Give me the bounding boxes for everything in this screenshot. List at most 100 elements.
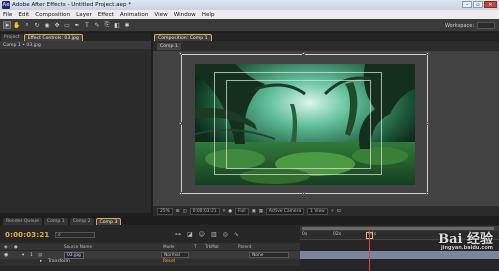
menu-effect[interactable]: Effect bbox=[98, 12, 114, 18]
draft-3d-icon[interactable]: ◪ bbox=[187, 231, 193, 238]
reset-link[interactable]: Reset bbox=[163, 259, 175, 264]
menu-window[interactable]: Window bbox=[174, 12, 196, 18]
minimize-button[interactable]: – bbox=[462, 1, 472, 8]
timeline-switches: ⊶ ◪ ☺ ▥ ◎ ∿ bbox=[175, 231, 239, 238]
ruler-mark-0: 0s bbox=[302, 232, 308, 237]
current-time-indicator[interactable] bbox=[369, 231, 370, 271]
eraser-tool-icon[interactable]: ◧ bbox=[113, 21, 121, 29]
close-button[interactable]: ✕ bbox=[484, 1, 497, 8]
workspace-dropdown[interactable] bbox=[477, 22, 495, 29]
layer-column-headers: ◉ ◌ ● Source Name Mode T TrkMat Parent bbox=[0, 243, 300, 250]
hand-tool-icon[interactable]: ✋ bbox=[13, 21, 21, 29]
timeline-toggle-icon[interactable]: ⊡ bbox=[337, 209, 341, 214]
shy-icon[interactable]: ☺ bbox=[199, 231, 205, 238]
tab-comp-1[interactable]: Comp 1 bbox=[43, 218, 68, 225]
camera-snapshot-icon[interactable]: ⌾ bbox=[223, 208, 226, 214]
fast-preview-icon[interactable]: ⚡ bbox=[331, 209, 334, 214]
view-layout-dropdown[interactable]: 1 View bbox=[307, 207, 328, 215]
menu-view[interactable]: View bbox=[154, 12, 167, 18]
transparency-grid-icon[interactable]: ▦ bbox=[259, 209, 263, 214]
col-source-name[interactable]: Source Name bbox=[64, 244, 92, 249]
maximize-button[interactable]: ▫ bbox=[473, 1, 483, 8]
graph-editor-icon[interactable]: ∿ bbox=[234, 231, 239, 238]
expand-arrow-icon[interactable]: ▾ bbox=[22, 253, 24, 258]
layer-number: 1 bbox=[30, 252, 33, 258]
transform-handle-r[interactable] bbox=[426, 122, 429, 125]
timeline-search-input[interactable]: ⌕ bbox=[55, 232, 95, 238]
app-logo-icon: Ae bbox=[2, 1, 10, 9]
transform-handle-bl[interactable] bbox=[179, 192, 182, 195]
menu-help[interactable]: Help bbox=[202, 12, 215, 18]
tools-panel: ➤ ✋ ⌕ ↻ ◉ ✥ ▭ ✒ T ✎ ⎘ ◧ ✱ Workspace: bbox=[0, 19, 499, 32]
col-trkmat[interactable]: TrkMat bbox=[205, 244, 219, 249]
snapshot-icon[interactable]: ◫ bbox=[182, 209, 186, 214]
viewer-timecode[interactable]: 0:00:03:21 bbox=[189, 207, 220, 215]
effect-controls-panel: Project Effect Controls: 03.jpg Comp 1 •… bbox=[0, 33, 151, 213]
zoom-tool-icon[interactable]: ⌕ bbox=[23, 21, 31, 29]
watermark-url: jingyan.baidu.com bbox=[441, 245, 493, 251]
motion-blur-icon[interactable]: ◎ bbox=[223, 231, 228, 238]
tab-comp-2[interactable]: Comp 2 bbox=[69, 218, 94, 225]
zoom-dropdown[interactable]: 25% bbox=[157, 207, 173, 215]
ruler-mark-2: 02s bbox=[333, 232, 342, 237]
timeline-tabs: Render Queue Comp 1 Comp 2 Comp 3 bbox=[0, 216, 499, 225]
workspace-selector: Workspace: bbox=[445, 22, 495, 29]
region-icon[interactable]: ▣ bbox=[252, 209, 256, 214]
pan-behind-tool-icon[interactable]: ✥ bbox=[53, 21, 61, 29]
camera-tool-icon[interactable]: ◉ bbox=[43, 21, 51, 29]
visibility-icon[interactable]: ◉ bbox=[4, 252, 8, 258]
composition-tabs: Composition: Comp 1 bbox=[153, 33, 499, 41]
viewer-toolbar: 25% ⊞ ◫ 0:00:03:21 ⌾ ● Full ▣ ▦ Active C… bbox=[153, 206, 499, 216]
frame-blend-icon[interactable]: ▥ bbox=[211, 231, 217, 238]
layer-name[interactable]: 03.jpg bbox=[64, 251, 84, 259]
rotate-tool-icon[interactable]: ↻ bbox=[33, 21, 41, 29]
pen-tool-icon[interactable]: ✒ bbox=[73, 21, 81, 29]
transform-handle-l[interactable] bbox=[179, 122, 182, 125]
mask-tool-icon[interactable]: ▭ bbox=[63, 21, 71, 29]
layer-row[interactable]: ◉ ▾ 1 ▤ 03.jpg Normal None bbox=[0, 251, 300, 259]
col-t[interactable]: T bbox=[194, 244, 197, 249]
transform-handle-tr[interactable] bbox=[426, 52, 429, 55]
select-tool-icon[interactable]: ➤ bbox=[3, 21, 11, 29]
layer-mode-dropdown[interactable]: Normal bbox=[161, 252, 189, 258]
current-time-display[interactable]: 0:00:03:21 bbox=[5, 231, 50, 239]
menu-file[interactable]: File bbox=[3, 12, 12, 18]
type-tool-icon[interactable]: T bbox=[83, 21, 91, 29]
workspace-label: Workspace: bbox=[444, 22, 474, 29]
transform-handle-tl[interactable] bbox=[179, 52, 182, 55]
comp-mini-flowchart-icon[interactable]: ⊶ bbox=[175, 231, 181, 238]
search-icon: ⌕ bbox=[58, 232, 61, 238]
brush-tool-icon[interactable]: ✎ bbox=[93, 21, 101, 29]
left-panel-tabs: Project Effect Controls: 03.jpg bbox=[0, 33, 151, 41]
tab-composition[interactable]: Composition: Comp 1 bbox=[154, 34, 212, 41]
transform-handle-b[interactable] bbox=[302, 192, 305, 195]
tab-comp-3[interactable]: Comp 3 bbox=[95, 218, 122, 225]
menu-animation[interactable]: Animation bbox=[120, 12, 149, 18]
camera-dropdown[interactable]: Active Camera bbox=[265, 207, 305, 215]
clone-tool-icon[interactable]: ⎘ bbox=[103, 21, 111, 29]
col-mode[interactable]: Mode bbox=[163, 244, 174, 249]
effect-controls-header: Comp 1 • 03.jpg bbox=[0, 41, 151, 49]
transform-handle-t[interactable] bbox=[302, 52, 305, 55]
transform-label: Transform bbox=[48, 259, 70, 264]
transform-handle-br[interactable] bbox=[426, 192, 429, 195]
menu-layer[interactable]: Layer bbox=[76, 12, 92, 18]
menu-composition[interactable]: Composition bbox=[35, 12, 70, 18]
grid-icon[interactable]: ⊞ bbox=[176, 209, 180, 214]
resolution-dropdown[interactable]: Full bbox=[235, 207, 249, 215]
effect-controls-body bbox=[0, 49, 151, 213]
puppet-tool-icon[interactable]: ✱ bbox=[123, 21, 131, 29]
tab-render-queue[interactable]: Render Queue bbox=[3, 218, 42, 225]
tab-effect-controls[interactable]: Effect Controls: 03.jpg bbox=[23, 34, 83, 41]
menu-edit[interactable]: Edit bbox=[18, 12, 29, 18]
transform-expand-icon[interactable]: ▸ bbox=[40, 259, 42, 264]
title-safe-guide bbox=[226, 80, 371, 169]
col-parent[interactable]: Parent bbox=[238, 244, 251, 249]
window-controls: – ▫ ✕ bbox=[462, 1, 497, 8]
channel-icon[interactable]: ● bbox=[228, 209, 232, 214]
comp-name-tab[interactable]: Comp 1 bbox=[157, 42, 181, 50]
transform-row[interactable]: ▸ Transform Reset bbox=[0, 259, 300, 266]
tab-project[interactable]: Project bbox=[1, 34, 23, 41]
layer-duration-bar[interactable] bbox=[300, 251, 499, 259]
layer-parent-dropdown[interactable]: None bbox=[249, 252, 289, 258]
